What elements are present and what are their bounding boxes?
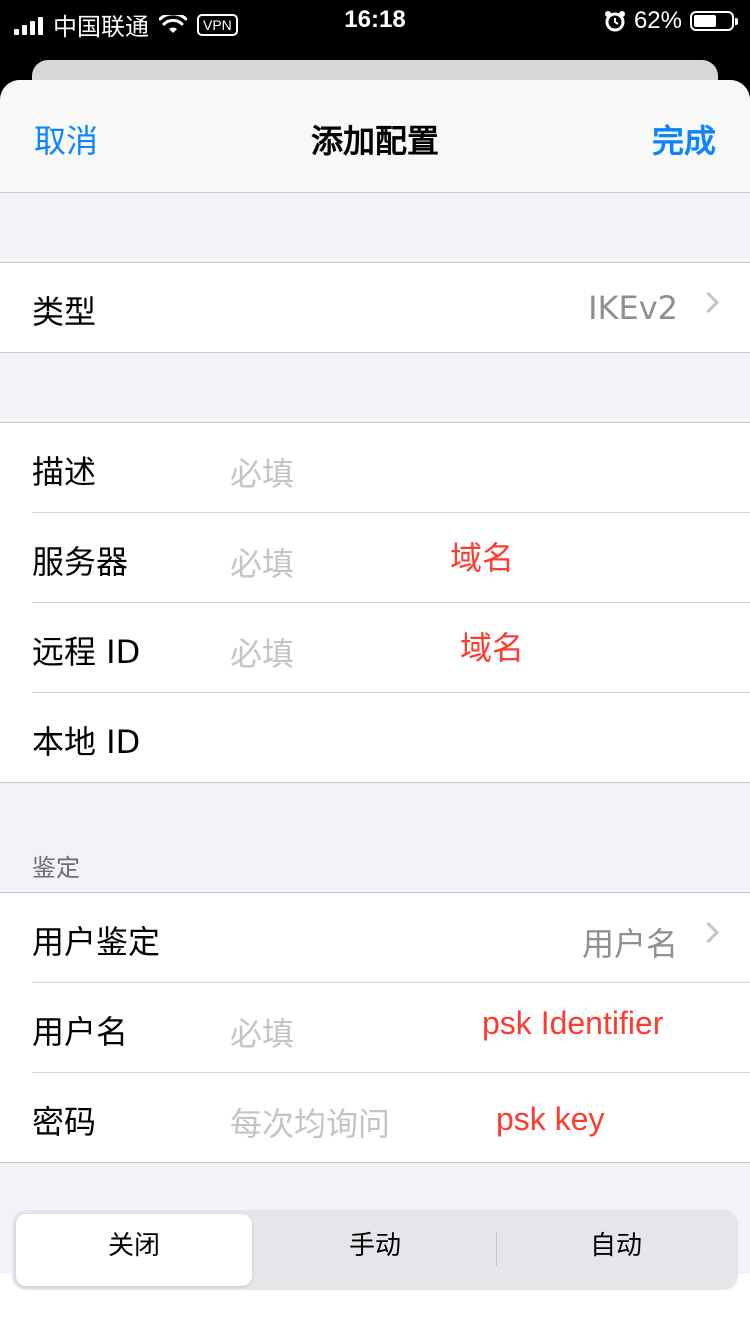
- battery-percent: 62%: [633, 7, 682, 34]
- username-label: 用户名: [32, 1013, 129, 1051]
- password-annotation: psk key: [496, 1101, 605, 1137]
- auth-group: 用户鉴定 用户名 用户名 必填 psk Identifier 密码 每次均询问 …: [0, 892, 750, 1163]
- auth-section-header: 鉴定: [32, 854, 80, 882]
- status-bar: 中国联通 VPN 16:18 62%: [0, 0, 750, 42]
- add-configuration-sheet: 取消 添加配置 完成 类型 IKEv2 描述 必填 服务器 必填 域名 远程 I…: [0, 80, 750, 1334]
- status-bar-right: 62%: [604, 7, 738, 35]
- description-label: 描述: [32, 453, 97, 491]
- user-auth-row[interactable]: 用户鉴定 用户名: [32, 893, 750, 983]
- remote-id-field[interactable]: 必填: [230, 629, 294, 675]
- alarm-clock-icon: [604, 11, 625, 32]
- proxy-segmented-control: 关闭 手动 自动: [12, 1210, 738, 1290]
- server-group: 描述 必填 服务器 必填 域名 远程 ID 必填 域名 本地 ID: [0, 422, 750, 783]
- type-row[interactable]: 类型 IKEv2: [32, 263, 750, 352]
- type-value: IKEv2: [588, 289, 678, 327]
- username-row: 用户名 必填 psk Identifier: [32, 983, 750, 1073]
- server-row: 服务器 必填 域名: [32, 513, 750, 603]
- type-group: 类型 IKEv2: [0, 262, 750, 353]
- server-annotation: 域名: [450, 539, 515, 577]
- proxy-option-auto[interactable]: 自动: [498, 1214, 734, 1286]
- navigation-bar: 取消 添加配置 完成: [0, 80, 750, 193]
- type-label: 类型: [32, 293, 97, 331]
- proxy-option-off[interactable]: 关闭: [16, 1214, 252, 1286]
- username-field[interactable]: 必填: [230, 1009, 294, 1055]
- password-field[interactable]: 每次均询问: [230, 1099, 390, 1145]
- chevron-right-icon: [697, 291, 720, 314]
- proxy-option-manual[interactable]: 手动: [257, 1214, 493, 1286]
- description-row: 描述 必填: [32, 423, 750, 513]
- chevron-right-icon: [697, 921, 720, 944]
- server-label: 服务器: [32, 543, 129, 581]
- local-id-label: 本地 ID: [32, 723, 141, 761]
- password-label: 密码: [32, 1103, 97, 1141]
- battery-icon: [690, 11, 738, 31]
- segment-divider: [496, 1232, 497, 1266]
- password-row: 密码 每次均询问 psk key: [32, 1073, 750, 1162]
- remote-id-label: 远程 ID: [32, 633, 141, 671]
- user-auth-label: 用户鉴定: [32, 923, 161, 961]
- server-field[interactable]: 必填: [230, 539, 294, 585]
- remote-id-annotation: 域名: [460, 629, 525, 667]
- done-button[interactable]: 完成: [652, 116, 716, 162]
- page-title: 添加配置: [310, 122, 439, 160]
- local-id-row: 本地 ID: [32, 693, 750, 782]
- username-annotation: psk Identifier: [482, 1005, 664, 1041]
- description-field[interactable]: 必填: [230, 449, 294, 495]
- remote-id-row: 远程 ID 必填 域名: [32, 603, 750, 693]
- user-auth-value: 用户名: [581, 925, 678, 963]
